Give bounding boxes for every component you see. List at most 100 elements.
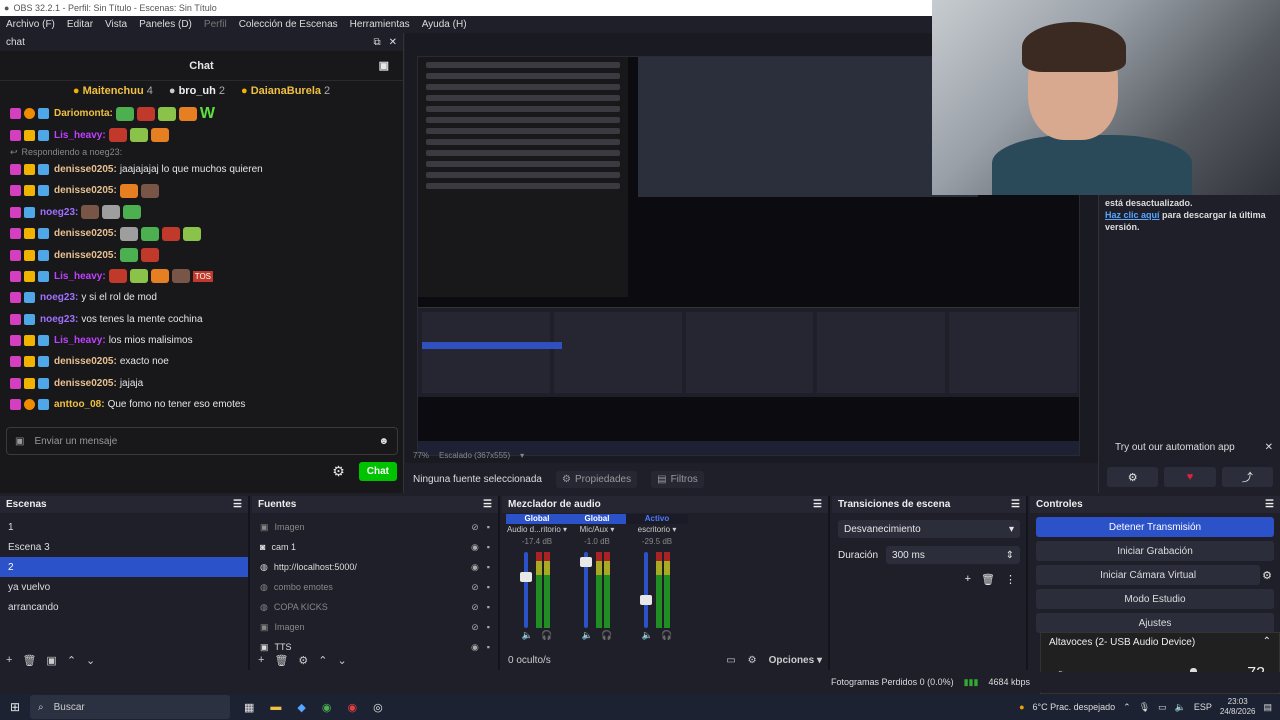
emote-image[interactable] — [182, 226, 201, 241]
chat-username[interactable]: Dariomonta: — [54, 108, 113, 119]
channel-name[interactable]: escritorio ▾ — [626, 524, 688, 536]
emote-image[interactable] — [119, 248, 138, 263]
transition-select[interactable]: Desvanecimiento ▾ — [838, 520, 1020, 538]
source-item[interactable]: ▣ Imagen ⊘ ▪ — [252, 617, 498, 637]
chat-badge-icon[interactable] — [24, 129, 35, 141]
menu-paneles[interactable]: Paneles (D) — [139, 19, 192, 30]
emote-image[interactable] — [129, 269, 148, 284]
chat-badge-icon[interactable] — [10, 335, 21, 347]
chat-badge-icon[interactable] — [10, 185, 21, 197]
emote-image[interactable] — [150, 128, 169, 143]
chat-badge-icon[interactable] — [10, 129, 21, 141]
transition-menu-icon[interactable]: ⋮ — [1005, 573, 1016, 586]
chat-badge-icon[interactable] — [10, 163, 21, 175]
emote-image[interactable] — [102, 205, 121, 220]
settings-button[interactable]: Ajustes — [1036, 613, 1274, 633]
menu-herramientas[interactable]: Herramientas — [350, 19, 410, 30]
taskbar-search[interactable]: ⌕ Buscar — [30, 695, 230, 719]
chat-input-badge-icon[interactable]: ▣ — [15, 436, 24, 447]
microphone-icon[interactable]: 🎙 — [1139, 702, 1150, 713]
chat-username[interactable]: noeg23: — [40, 314, 78, 325]
chat-badge-icon[interactable] — [10, 228, 21, 240]
top-chatter-1[interactable]: ● Maitenchuu 4 — [73, 85, 153, 97]
mixer-options-button[interactable]: Opciones ▾ — [769, 655, 822, 666]
chat-message[interactable]: Lis_heavy: — [10, 124, 393, 145]
scene-item[interactable]: 2 — [0, 557, 248, 577]
file-explorer-icon[interactable]: ▬ — [270, 701, 281, 714]
emote-image[interactable] — [136, 106, 155, 121]
chat-username[interactable]: noeg23: — [40, 207, 78, 218]
fader-handle[interactable] — [640, 594, 652, 605]
emoji-icon[interactable]: ☻ — [378, 436, 389, 447]
move-down-icon[interactable]: ⌄ — [338, 654, 347, 667]
obs-taskbar-icon[interactable]: ◎ — [373, 701, 383, 714]
chevron-down-icon[interactable]: ▾ — [520, 451, 524, 460]
chat-message-list[interactable]: Dariomonta: W Lis_heavy: ↩ Respondiendo a no… — [0, 101, 403, 417]
menu-perfil[interactable]: Perfil — [204, 19, 227, 30]
menu-archivo[interactable]: Archivo (F) — [6, 19, 55, 30]
menu-ayuda[interactable]: Ayuda (H) — [422, 19, 467, 30]
filters-button[interactable]: ▤ Filtros — [651, 470, 704, 488]
tray-chevron-icon[interactable]: ⌃ — [1123, 702, 1131, 713]
fader-handle[interactable] — [520, 571, 532, 582]
mute-speaker-icon[interactable]: 🔈 — [582, 630, 593, 641]
network-icon[interactable]: ▭ — [1158, 702, 1167, 713]
chat-settings-icon[interactable]: ⚙ — [332, 463, 345, 480]
volume-fader[interactable] — [566, 548, 628, 630]
menu-editar[interactable]: Editar — [67, 19, 93, 30]
chat-badge-icon[interactable] — [38, 108, 49, 120]
chat-message[interactable]: Lis_heavy: los mios malisimos — [10, 330, 393, 351]
chat-badge-icon[interactable] — [24, 163, 35, 175]
volume-icon[interactable]: 🔈 — [1175, 702, 1186, 713]
top-chatter-3[interactable]: ● DaianaBurela 2 — [241, 85, 330, 97]
dock-menu-icon[interactable]: ☰ — [1265, 499, 1274, 510]
menu-vista[interactable]: Vista — [105, 19, 127, 30]
lock-icon[interactable]: ▪ — [487, 582, 490, 593]
windows-start-icon[interactable]: ⊞ — [0, 700, 30, 714]
add-scene-icon[interactable]: + — [6, 654, 12, 666]
chat-username[interactable]: denisse0205: — [54, 228, 117, 239]
chat-badge-icon[interactable] — [24, 185, 35, 197]
emote-image[interactable] — [140, 248, 159, 263]
advanced-audio-icon[interactable]: ⚙ — [748, 655, 757, 666]
dock-menu-icon[interactable]: ☰ — [813, 499, 822, 510]
remove-scene-icon[interactable]: 🗑 — [22, 654, 36, 667]
dock-menu-icon[interactable]: ☰ — [233, 499, 242, 510]
emote-image[interactable] — [119, 183, 138, 198]
chat-badge-icon[interactable] — [24, 228, 35, 240]
chat-badge-icon[interactable] — [24, 377, 35, 389]
chat-badge-icon[interactable] — [10, 377, 21, 389]
emote-image[interactable] — [171, 269, 190, 284]
chat-username[interactable]: Lis_heavy: — [54, 335, 106, 346]
chat-username[interactable]: Lis_heavy: — [54, 130, 106, 141]
zoom-level[interactable]: 77% — [413, 451, 429, 460]
emote-image[interactable] — [119, 226, 138, 241]
chat-message[interactable]: noeg23: y si el rol de mod — [10, 287, 393, 308]
source-item[interactable]: ◍ combo emotes ⊘ ▪ — [252, 577, 498, 597]
lock-icon[interactable]: ▪ — [487, 602, 490, 613]
chat-badge-icon[interactable] — [10, 249, 21, 261]
chat-badge-icon[interactable] — [38, 185, 49, 197]
chat-badge-icon[interactable] — [24, 249, 35, 261]
share-icon[interactable]: ⤴ — [1221, 467, 1273, 487]
lock-icon[interactable]: ▪ — [487, 522, 490, 533]
clock[interactable]: 23:03 24/8/2026 — [1220, 697, 1256, 717]
chat-badge-icon[interactable] — [24, 270, 35, 282]
emote-image[interactable] — [108, 269, 127, 284]
emote-image[interactable] — [178, 106, 197, 121]
weather-text[interactable]: 6°C Prac. despejado — [1033, 702, 1116, 712]
chrome-icon[interactable]: ◉ — [322, 701, 332, 714]
add-transition-icon[interactable]: + — [965, 573, 971, 586]
scene-filters-icon[interactable]: ▣ — [46, 654, 56, 667]
chat-message[interactable]: Lis_heavy: TOS — [10, 266, 393, 287]
visibility-eye-icon[interactable]: ⊘ — [471, 602, 479, 613]
lock-icon[interactable]: ▪ — [487, 542, 490, 553]
visibility-eye-icon[interactable]: ⊘ — [471, 582, 479, 593]
chat-badge-icon[interactable] — [24, 108, 35, 120]
chat-badge-icon[interactable] — [38, 228, 49, 240]
chat-badge-icon[interactable] — [24, 206, 35, 218]
mute-speaker-icon[interactable]: 🔈 — [642, 630, 653, 641]
stop-stream-button[interactable]: Detener Transmisión — [1036, 517, 1274, 537]
chat-username[interactable]: denisse0205: — [54, 356, 117, 367]
emote-image[interactable] — [129, 128, 148, 143]
